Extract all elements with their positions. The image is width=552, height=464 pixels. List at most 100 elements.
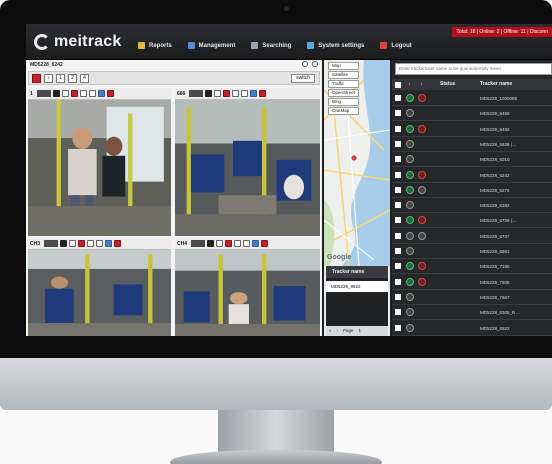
sort-icon-2[interactable]: ↓ xyxy=(420,79,423,90)
row-checkbox[interactable] xyxy=(395,324,401,331)
map-type-map[interactable]: Map xyxy=(328,62,360,70)
nav-item-searching[interactable]: Searching xyxy=(251,42,291,49)
stop-icon[interactable] xyxy=(78,240,86,247)
page-number[interactable]: 1 xyxy=(359,326,362,336)
map-type-satellite[interactable]: Satellite xyxy=(328,71,360,79)
camera-label: CH4 xyxy=(177,240,188,247)
audio-icon[interactable] xyxy=(96,240,104,247)
row-checkbox[interactable] xyxy=(395,217,401,224)
refresh-icon[interactable] xyxy=(312,61,318,67)
channel-select[interactable] xyxy=(189,90,204,97)
stop-icon[interactable] xyxy=(70,90,78,97)
layout-1-button[interactable]: 1 xyxy=(56,73,65,83)
name-column-header[interactable]: Tracker name xyxy=(480,79,512,90)
talk-icon[interactable] xyxy=(105,240,113,247)
row-checkbox[interactable] xyxy=(395,95,401,101)
status-column-header[interactable]: Status xyxy=(440,79,455,90)
map-type-onemap[interactable]: OneMap xyxy=(328,107,360,115)
record-icon[interactable] xyxy=(216,240,224,247)
record-icon[interactable] xyxy=(61,90,69,97)
select-all-checkbox[interactable] xyxy=(395,82,401,88)
capture-icon[interactable] xyxy=(79,90,87,97)
record-icon[interactable] xyxy=(69,240,77,247)
tracker-mini-row[interactable]: MD5228_8922 xyxy=(326,281,388,292)
nav-item-system-settings[interactable]: System settings xyxy=(307,42,364,49)
tracker-row[interactable]: MD5228_5636 (… xyxy=(392,137,552,152)
play-icon[interactable] xyxy=(52,90,60,97)
sort-icon[interactable]: ↓ xyxy=(408,79,411,90)
tracker-row[interactable]: MD5228_6881 xyxy=(392,244,552,259)
tracker-row[interactable]: MD5228_7186 xyxy=(392,259,552,275)
microphone-icon[interactable]: ♪ xyxy=(44,73,53,83)
capture-icon[interactable] xyxy=(87,240,95,247)
channel-select[interactable] xyxy=(44,240,59,247)
row-checkbox[interactable] xyxy=(395,309,401,316)
tracker-row[interactable]: MD5228_6010 xyxy=(392,152,552,168)
row-checkbox[interactable] xyxy=(395,278,401,285)
camera-view-1[interactable]: 1 xyxy=(28,88,171,236)
layout-4-button[interactable]: 4 xyxy=(80,73,89,83)
tracker-row[interactable]: MD5228_6492 xyxy=(392,122,552,137)
tracker-row[interactable]: MD5228_6382 xyxy=(392,198,552,214)
close-icon[interactable] xyxy=(261,240,269,247)
talk-icon[interactable] xyxy=(250,90,258,97)
tracker-search-input[interactable]: Enter tracker/user name to be queried(em… xyxy=(395,63,552,75)
row-checkbox[interactable] xyxy=(395,293,401,300)
map-type-traffic[interactable]: Traffic xyxy=(328,80,360,88)
stop-icon[interactable] xyxy=(223,90,231,97)
audio-icon[interactable] xyxy=(88,90,96,97)
map-panel[interactable]: Map Satellite Traffic OpenStreet Bing OneMap … xyxy=(324,60,390,336)
row-checkbox[interactable] xyxy=(395,140,401,147)
row-checkbox[interactable] xyxy=(395,110,401,117)
nav-item-logout[interactable]: Logout xyxy=(380,42,412,49)
tracker-row[interactable]: MD5228_1000089 xyxy=(392,91,552,106)
talk-icon[interactable] xyxy=(252,240,260,247)
capture-icon[interactable] xyxy=(234,240,242,247)
row-checkbox[interactable] xyxy=(395,232,401,239)
tracker-row[interactable]: MD5228_7608 xyxy=(392,275,552,290)
close-icon[interactable] xyxy=(259,90,267,97)
layout-2-button[interactable]: 2 xyxy=(68,73,77,83)
tracker-row[interactable]: MD5228_8305_R… xyxy=(392,305,552,321)
capture-icon[interactable] xyxy=(232,90,240,97)
nav-item-management[interactable]: Management xyxy=(187,42,235,49)
row-checkbox[interactable] xyxy=(395,248,401,254)
tracker-row[interactable]: MD5228_6468 xyxy=(392,106,552,122)
audio-icon[interactable] xyxy=(243,240,251,247)
close-icon[interactable] xyxy=(114,240,122,247)
play-icon[interactable] xyxy=(60,240,68,247)
tracker-row[interactable]: MD5228_6737 xyxy=(392,229,552,244)
record-icon[interactable] xyxy=(214,90,222,97)
row-checkbox[interactable] xyxy=(395,186,401,193)
camera-view-4[interactable]: CH4 xyxy=(175,238,320,336)
stop-all-button[interactable] xyxy=(32,73,41,83)
fullscreen-icon[interactable] xyxy=(302,61,308,67)
row-checkbox[interactable] xyxy=(395,156,401,163)
tracker-row[interactable]: MD5228_6276 xyxy=(392,183,552,198)
brand-logo[interactable]: meitrack xyxy=(34,33,121,51)
camera-view-3[interactable]: CH3 xyxy=(28,238,171,336)
channel-select[interactable] xyxy=(191,240,206,247)
camera-view-2[interactable]: 666 xyxy=(175,88,320,236)
switch-button[interactable]: switch xyxy=(291,74,315,83)
row-checkbox[interactable] xyxy=(395,171,401,178)
tracker-row[interactable]: MD5228_6709 (… xyxy=(392,213,552,229)
tracker-row[interactable]: MD5228_8922 xyxy=(392,321,552,336)
row-checkbox[interactable] xyxy=(395,125,401,132)
tracker-row[interactable]: MD5228_6242 xyxy=(392,168,552,183)
tracker-row[interactable]: MD5228_7667 xyxy=(392,290,552,305)
play-icon[interactable] xyxy=(207,240,215,247)
stop-icon[interactable] xyxy=(225,240,233,247)
map-type-bing[interactable]: Bing xyxy=(328,98,360,106)
talk-icon[interactable] xyxy=(97,90,105,97)
play-icon[interactable] xyxy=(205,90,213,97)
row-checkbox[interactable] xyxy=(395,263,401,270)
nav-item-reports[interactable]: Reports xyxy=(138,42,172,49)
prev-icon[interactable]: ‹ xyxy=(337,326,339,336)
channel-select[interactable] xyxy=(36,90,51,97)
prev-page-icon[interactable]: « xyxy=(329,326,332,336)
audio-icon[interactable] xyxy=(241,90,249,97)
map-type-openstreet[interactable]: OpenStreet xyxy=(328,89,360,97)
row-checkbox[interactable] xyxy=(395,202,401,209)
close-icon[interactable] xyxy=(106,90,114,97)
